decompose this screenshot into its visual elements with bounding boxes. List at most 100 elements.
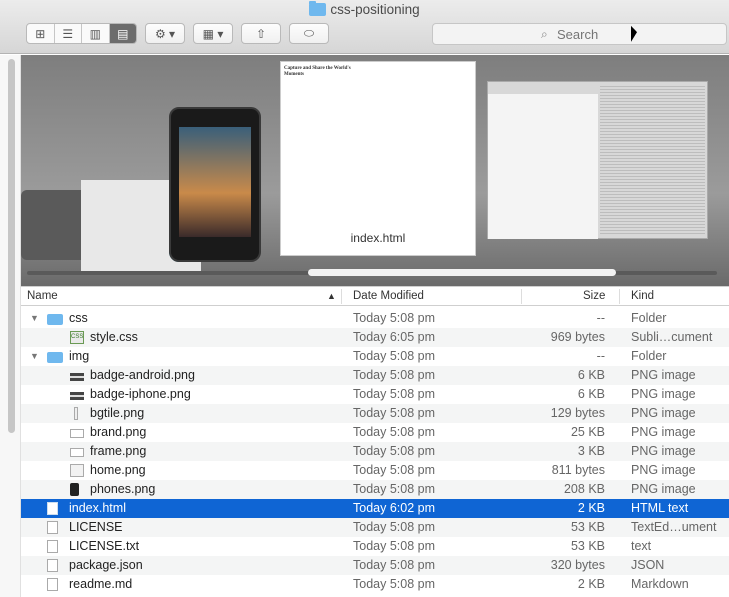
- preview-document-text: Capture and Share the World's Moments: [284, 65, 364, 77]
- html-file-icon: [47, 502, 58, 515]
- css-file-icon: CSS: [70, 331, 84, 344]
- folder-icon: [47, 314, 63, 325]
- file-row[interactable]: badge-iphone.png Today 5:08 pm 6 KB PNG ima…: [21, 385, 729, 404]
- document-icon: [47, 521, 58, 534]
- disclosure-triangle-icon[interactable]: ▼: [30, 313, 39, 323]
- file-list: ▼ css Today 5:08 pm -- Folder CSS style.css Tod…: [21, 309, 729, 594]
- file-date-modified: Today 5:08 pm: [353, 463, 435, 477]
- file-row[interactable]: frame.png Today 5:08 pm 3 KB PNG image: [21, 442, 729, 461]
- column-divider[interactable]: [341, 289, 342, 304]
- file-row[interactable]: home.png Today 5:08 pm 811 bytes PNG image: [21, 461, 729, 480]
- file-name: home.png: [90, 463, 146, 477]
- file-date-modified: Today 5:08 pm: [353, 368, 435, 382]
- file-size: 969 bytes: [550, 330, 605, 344]
- disclosure-triangle-icon[interactable]: ▼: [30, 351, 39, 361]
- file-kind: PNG image: [631, 368, 696, 382]
- window-title-text: css-positioning: [330, 2, 420, 17]
- view-mode-segmented-control: ⊞ ☰ ▥ ▤: [26, 23, 137, 44]
- file-kind: text: [631, 539, 652, 553]
- cover-flow-view-button[interactable]: ▤: [109, 24, 136, 43]
- file-date-modified: Today 5:08 pm: [353, 406, 435, 420]
- file-row[interactable]: ▼ img Today 5:08 pm -- Folder: [21, 347, 729, 366]
- document-icon: [47, 540, 58, 553]
- page-curl-icon: [488, 94, 598, 239]
- file-row[interactable]: LICENSE Today 5:08 pm 53 KB TextEd…ument: [21, 518, 729, 537]
- file-row[interactable]: bgtile.png Today 5:08 pm 129 bytes PNG imag…: [21, 404, 729, 423]
- file-size: --: [596, 349, 605, 363]
- cover-flow-scrollbar-thumb[interactable]: [308, 269, 616, 276]
- image-icon: [70, 429, 84, 438]
- action-menu-button[interactable]: ⚙ ▾: [145, 23, 185, 44]
- cover-flow-left-items: [21, 80, 271, 275]
- list-view-button[interactable]: ☰: [55, 24, 82, 43]
- file-kind: HTML text: [631, 501, 689, 515]
- file-name: LICENSE: [69, 520, 123, 534]
- column-header-name[interactable]: Name: [27, 290, 58, 302]
- file-name: index.html: [69, 501, 126, 515]
- column-header-kind[interactable]: Kind: [631, 290, 654, 302]
- vertical-scrollbar-thumb[interactable]: [8, 59, 15, 433]
- column-divider[interactable]: [619, 289, 620, 304]
- cover-flow-preview[interactable]: Capture and Share the World's Moments in…: [21, 55, 729, 286]
- file-name: frame.png: [90, 444, 147, 458]
- file-date-modified: Today 5:08 pm: [353, 311, 435, 325]
- file-size: 53 KB: [570, 520, 605, 534]
- window-title: css-positioning: [0, 1, 729, 17]
- phone-screen-image: [179, 127, 251, 237]
- vertical-scrollbar[interactable]: [0, 55, 21, 597]
- file-row[interactable]: ▼ css Today 5:08 pm -- Folder: [21, 309, 729, 328]
- arrange-menu-button[interactable]: ▦ ▾: [193, 23, 233, 44]
- file-date-modified: Today 5:08 pm: [353, 425, 435, 439]
- file-row[interactable]: index.html Today 6:02 pm 2 KB HTML text: [21, 499, 729, 518]
- file-size: 320 bytes: [550, 558, 605, 572]
- folder-icon: [47, 352, 63, 363]
- file-row[interactable]: brand.png Today 5:08 pm 25 KB PNG image: [21, 423, 729, 442]
- file-name: phones.png: [90, 482, 156, 496]
- file-row[interactable]: badge-android.png Today 5:08 pm 6 KB PNG im…: [21, 366, 729, 385]
- file-date-modified: Today 5:08 pm: [353, 539, 435, 553]
- file-date-modified: Today 5:08 pm: [353, 520, 435, 534]
- file-row[interactable]: package.json Today 5:08 pm 320 bytes JSON: [21, 556, 729, 575]
- file-row[interactable]: LICENSE.txt Today 5:08 pm 53 KB text: [21, 537, 729, 556]
- file-row[interactable]: phones.png Today 5:08 pm 208 KB PNG image: [21, 480, 729, 499]
- file-row[interactable]: CSS style.css Today 6:05 pm 969 bytes Subli……: [21, 328, 729, 347]
- file-kind: Markdown: [631, 577, 689, 591]
- image-icon: [74, 407, 78, 420]
- file-kind: TextEd…ument: [631, 520, 717, 534]
- file-row[interactable]: readme.md Today 5:08 pm 2 KB Markdown: [21, 575, 729, 594]
- share-button[interactable]: ⇧: [241, 23, 281, 44]
- document-icon: [47, 559, 58, 572]
- file-name: badge-android.png: [90, 368, 195, 382]
- license-document-preview[interactable]: [487, 81, 708, 239]
- image-icon: [70, 464, 84, 477]
- sort-ascending-icon: ▲: [327, 291, 336, 301]
- file-size: 811 bytes: [551, 463, 605, 477]
- file-kind: PNG image: [631, 425, 696, 439]
- file-size: 2 KB: [577, 577, 605, 591]
- column-view-button[interactable]: ▥: [82, 24, 110, 43]
- column-header-date[interactable]: Date Modified: [353, 290, 424, 302]
- file-name: bgtile.png: [90, 406, 145, 420]
- search-field[interactable]: ⌕: [432, 23, 727, 45]
- selected-document-preview[interactable]: Capture and Share the World's Moments in…: [280, 61, 476, 256]
- phones-thumbnail[interactable]: [169, 107, 261, 262]
- file-name: badge-iphone.png: [90, 387, 191, 401]
- mouse-cursor-icon: [631, 25, 637, 45]
- file-kind: PNG image: [631, 406, 696, 420]
- column-header-name-label: Name: [27, 290, 58, 302]
- column-divider[interactable]: [521, 289, 522, 304]
- file-size: 3 KB: [577, 444, 605, 458]
- file-date-modified: Today 5:08 pm: [353, 482, 435, 496]
- file-name: style.css: [90, 330, 138, 344]
- file-name: package.json: [69, 558, 143, 572]
- file-kind: JSON: [631, 558, 665, 572]
- column-header-size[interactable]: Size: [583, 290, 605, 302]
- file-kind: PNG image: [631, 387, 696, 401]
- file-size: 25 KB: [570, 425, 605, 439]
- file-name: LICENSE.txt: [69, 539, 140, 553]
- icon-view-button[interactable]: ⊞: [27, 24, 55, 43]
- file-name: img: [69, 349, 90, 363]
- file-size: 208 KB: [563, 482, 605, 496]
- file-size: 6 KB: [577, 368, 605, 382]
- tag-button[interactable]: ⬭: [289, 23, 329, 44]
